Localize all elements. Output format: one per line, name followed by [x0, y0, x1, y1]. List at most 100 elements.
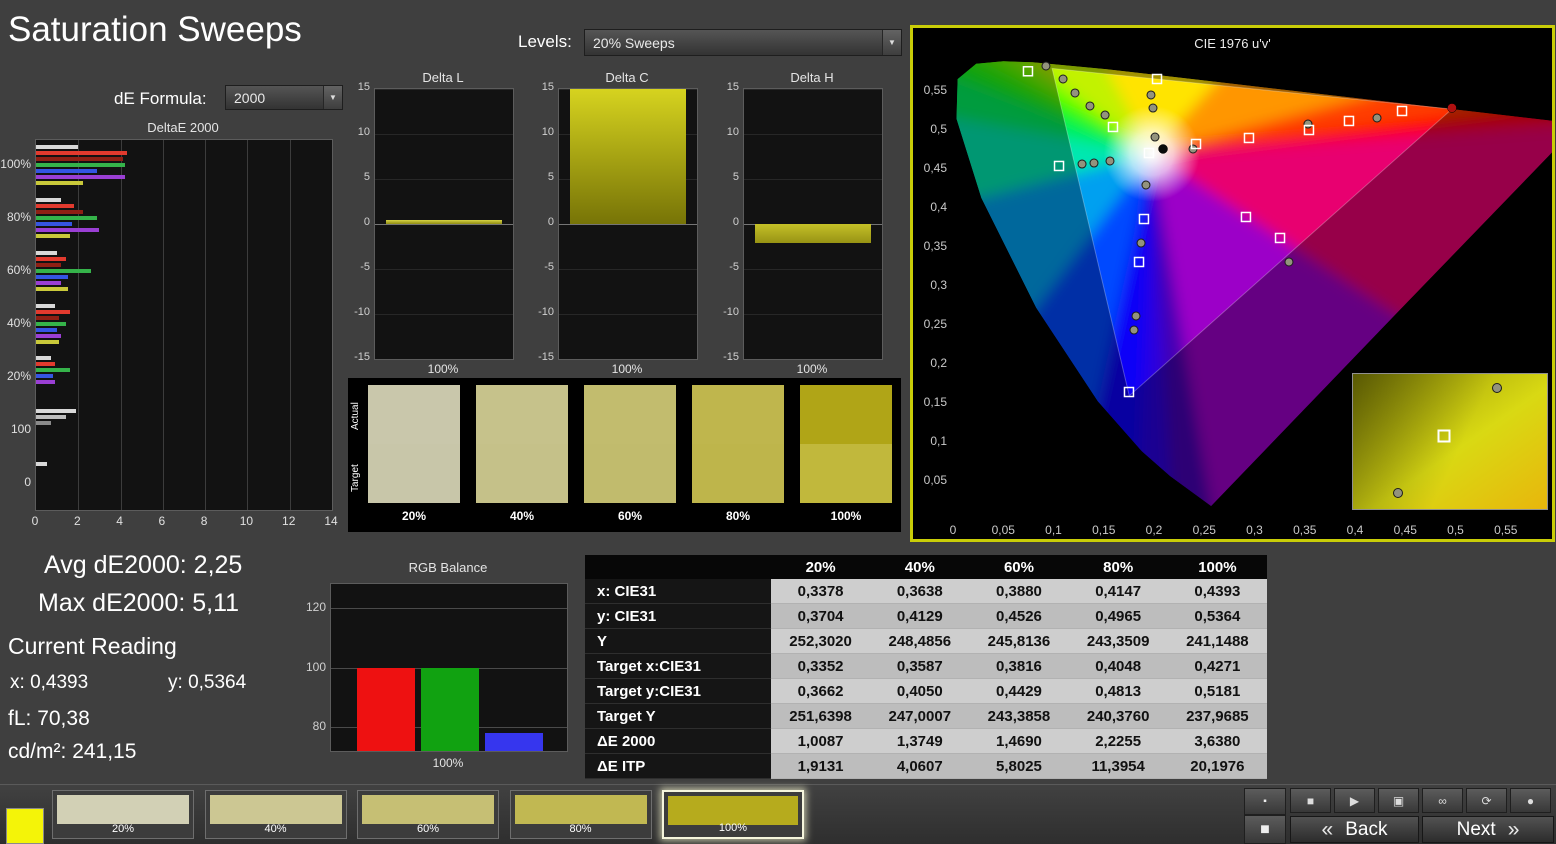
table-cell: 0,4048 — [1069, 654, 1168, 679]
x-tick-label: 0,1 — [1045, 523, 1062, 537]
delta-l-y-axis: 151050-5-10-15 — [348, 88, 372, 358]
gridline — [559, 314, 697, 315]
de-formula-label: dE Formula: — [114, 89, 207, 109]
de-bar — [36, 304, 55, 308]
y-tick-label: 15 — [727, 81, 739, 93]
de-bar — [36, 263, 61, 267]
rgb-balance-x-label: 100% — [330, 756, 566, 770]
patch-button-20%[interactable]: 20% — [52, 790, 194, 839]
gridline — [290, 140, 291, 510]
target-swatch — [368, 444, 460, 503]
next-label: Next — [1457, 819, 1496, 841]
table-row-label: Y — [585, 629, 771, 654]
de-bar — [36, 251, 57, 255]
table-cell: 247,0007 — [870, 704, 969, 729]
swatch-comparison-panel: Actual Target 20%40%60%80%100% — [348, 378, 901, 532]
cdm2-label: cd/m²: — [8, 740, 66, 763]
patch-button-80%[interactable]: 80% — [510, 790, 652, 839]
x-tick-label: 0 — [32, 514, 39, 528]
patch-window-button[interactable]: ■ — [1244, 815, 1286, 844]
y-tick-label: 100 — [11, 422, 31, 436]
refresh-button[interactable]: ⟳ — [1466, 788, 1507, 813]
patch-button-40%[interactable]: 40% — [205, 790, 347, 839]
table-cell: 0,4050 — [870, 679, 969, 704]
y-tick-label: -10 — [538, 306, 554, 318]
gridline — [559, 224, 697, 225]
gridline — [121, 140, 122, 510]
patch-button-60%[interactable]: 60% — [357, 790, 499, 839]
back-label: Back — [1345, 819, 1387, 841]
deltae-chart-title: DeltaE 2000 — [35, 120, 331, 135]
y-tick-label: 80% — [7, 210, 31, 224]
de-bar — [36, 462, 47, 466]
patch-label: 80% — [511, 823, 651, 835]
de-formula-dropdown[interactable]: 2000 ▼ — [225, 85, 343, 110]
avg-de-value: 2,25 — [194, 551, 243, 579]
measured-point — [1071, 89, 1079, 97]
table-row-label: Target x:CIE31 — [585, 654, 771, 679]
target-swatch — [584, 444, 676, 503]
gridline — [163, 140, 164, 510]
measurement-table: 20%40%60%80%100%x: CIE310,33780,36380,38… — [585, 555, 1267, 779]
x-tick-label: 0 — [950, 523, 957, 537]
de-bar — [36, 368, 70, 372]
de-bar — [36, 328, 57, 332]
y-tick-label: 60% — [7, 263, 31, 277]
swatch-column: 80% — [692, 385, 784, 525]
max-de-label: Max dE2000: — [38, 589, 185, 617]
x-tick-label: 0,5 — [1447, 523, 1464, 537]
back-button[interactable]: « Back — [1290, 816, 1419, 843]
patch-label: 20% — [53, 823, 193, 835]
actual-swatch — [584, 385, 676, 444]
target-swatch — [800, 444, 892, 503]
rgb-balance-title: RGB Balance — [330, 560, 566, 575]
table-row-label: ΔE 2000 — [585, 729, 771, 754]
table-cell: 243,3858 — [969, 704, 1068, 729]
table-cell: 0,4393 — [1168, 579, 1267, 604]
gridline — [559, 269, 697, 270]
y-tick-label: -10 — [723, 306, 739, 318]
patch-window-small-button[interactable]: ▪ — [1244, 788, 1286, 815]
gridline — [78, 140, 79, 510]
de-bar — [36, 356, 51, 360]
measured-point — [1147, 91, 1155, 99]
y-tick-label: -5 — [544, 261, 554, 273]
x-tick-label: 0,15 — [1092, 523, 1116, 537]
x-tick-label: 0,3 — [1246, 523, 1263, 537]
measured-point — [1447, 103, 1456, 112]
measured-point — [1130, 326, 1138, 334]
play-button[interactable]: ▶ — [1334, 788, 1375, 813]
frame-button[interactable]: ▣ — [1378, 788, 1419, 813]
table-cell: 0,4813 — [1069, 679, 1168, 704]
table-cell: 252,3020 — [771, 629, 870, 654]
levels-dropdown[interactable]: 20% Sweeps ▼ — [584, 29, 902, 56]
delta-h-chart — [743, 88, 883, 360]
de-bar — [36, 175, 125, 179]
blue-bar — [485, 733, 543, 751]
table-cell: 241,1488 — [1168, 629, 1267, 654]
deltae-chart — [35, 139, 333, 511]
table-cell: 3,6380 — [1168, 729, 1267, 754]
table-cell: 0,4429 — [969, 679, 1068, 704]
table-cell: 0,3587 — [870, 654, 969, 679]
y-label: y: — [168, 672, 183, 693]
stop-button[interactable]: ■ — [1290, 788, 1331, 813]
x-tick-label: 2 — [74, 514, 81, 528]
measured-point — [1285, 258, 1293, 266]
table-row-label: x: CIE31 — [585, 579, 771, 604]
max-de-stat: Max dE2000: 5,11 — [38, 589, 239, 618]
x-tick-label: 6 — [159, 514, 166, 528]
gridline — [247, 140, 248, 510]
status-icon: ● — [1527, 794, 1534, 808]
y-tick-label: 0,45 — [924, 161, 948, 175]
current-patch-indicator — [6, 808, 44, 844]
next-button[interactable]: Next » — [1422, 816, 1554, 843]
cie-inset-zoom — [1352, 373, 1548, 510]
patch-button-100%[interactable]: 100% — [662, 790, 804, 839]
status-button[interactable]: ● — [1510, 788, 1551, 813]
table-cell: 0,4271 — [1168, 654, 1267, 679]
table-cell: 0,3352 — [771, 654, 870, 679]
table-row: ΔE 20001,00871,37491,46902,22553,6380 — [585, 729, 1267, 754]
loop-button[interactable]: ∞ — [1422, 788, 1463, 813]
transport-controls: ■▶▣∞⟳ ● — [1290, 788, 1551, 813]
